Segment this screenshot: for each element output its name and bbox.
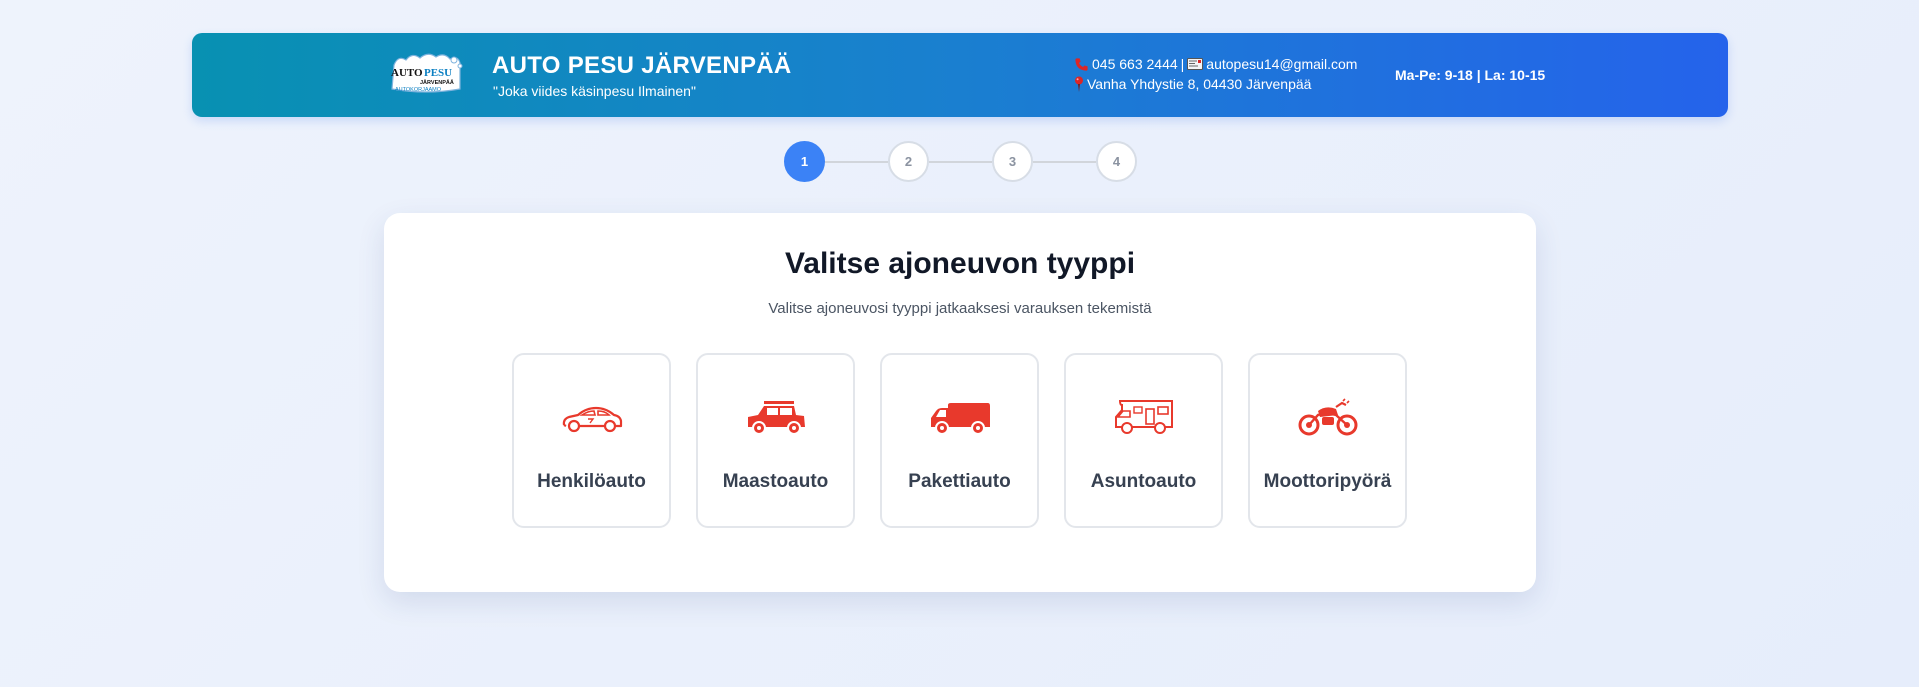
vehicle-option-asuntoauto[interactable]: Asuntoauto [1064,353,1223,528]
vehicle-label: Pakettiauto [908,471,1011,492]
step-connector [825,160,888,163]
logo[interactable]: AUTO PESU JÄRVENPÄÄ AUTOKORJAAMO [386,51,466,97]
contact-separator: | [1180,56,1185,72]
phone-number[interactable]: 045 663 2444 [1092,56,1178,72]
vehicle-label: Maastoauto [722,471,829,492]
suv-icon [698,397,853,437]
site-header: AUTO PESU JÄRVENPÄÄ AUTOKORJAAMO AUTO PE… [192,33,1728,117]
email-icon [1187,58,1204,70]
motorcycle-icon [1250,397,1405,437]
vehicle-option-moottoripyora[interactable]: Moottoripyörä [1248,353,1407,528]
vehicle-selection-card: Valitse ajoneuvon tyyppi Valitse ajoneuv… [384,213,1536,592]
vehicle-option-henkiloauto[interactable]: Henkilöauto [512,353,671,528]
page-subtitle: Valitse ajoneuvosi tyyppi jatkaaksesi va… [768,300,1152,317]
vehicle-options: Henkilöauto Maastoauto Pakettiauto Asunt… [512,353,1407,528]
svg-text:JÄRVENPÄÄ: JÄRVENPÄÄ [420,79,454,86]
step-3[interactable]: 3 [992,141,1033,182]
car-icon [514,397,669,437]
vehicle-option-pakettiauto[interactable]: Pakettiauto [880,353,1039,528]
address[interactable]: Vanha Yhdystie 8, 04430 Järvenpää [1087,76,1311,92]
vehicle-label: Asuntoauto [1090,471,1197,492]
motorhome-icon [1066,397,1221,437]
svg-text:AUTOKORJAAMO: AUTOKORJAAMO [395,87,442,93]
step-connector [929,160,992,163]
step-2[interactable]: 2 [888,141,929,182]
site-slogan: "Joka viides käsinpesu Ilmainen" [493,83,696,99]
phone-icon [1074,57,1089,72]
svg-text:AUTO: AUTO [391,67,423,79]
vehicle-option-maastoauto[interactable]: Maastoauto [696,353,855,528]
step-4[interactable]: 4 [1096,141,1137,182]
location-pin-icon [1074,76,1084,92]
progress-stepper: 1 2 3 4 [784,141,1137,182]
contact-line-address: Vanha Yhdystie 8, 04430 Järvenpää [1074,76,1311,92]
page-title: Valitse ajoneuvon tyyppi [784,247,1136,280]
van-icon [882,397,1037,437]
vehicle-label: Henkilöauto [537,471,646,492]
svg-text:PESU: PESU [424,67,452,79]
email-address[interactable]: autopesu14@gmail.com [1206,56,1357,72]
step-connector [1033,160,1096,163]
contact-line-phone-email: 045 663 2444 | autopesu14@gmail.com [1074,56,1357,72]
vehicle-label: Moottoripyörä [1263,471,1392,492]
opening-hours: Ma-Pe: 9-18 | La: 10-15 [1395,67,1546,83]
site-title: AUTO PESU JÄRVENPÄÄ [492,52,792,79]
step-1[interactable]: 1 [784,141,825,182]
